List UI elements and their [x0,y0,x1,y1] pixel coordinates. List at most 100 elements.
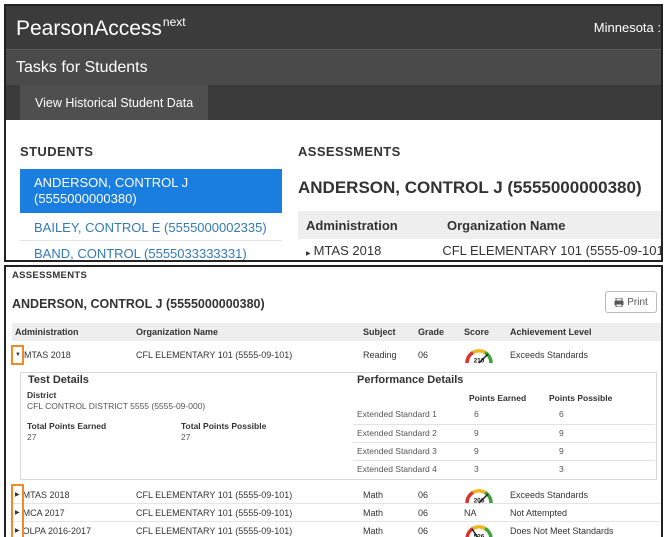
col-administration[interactable]: Administration [15,323,79,341]
administration-text: MTAS 2018 [23,350,71,360]
score-value: 526 [474,534,485,537]
administration-text: MTAS 2018 [313,243,382,258]
test-details-title: Test Details [28,374,89,386]
cell-grade: 06 [418,525,429,536]
cell-subject: Math [363,507,384,518]
student-item[interactable]: BAND, CONTROL (5555033333331) [20,241,282,260]
points-possible-header: Points Possible [549,393,613,403]
points-earned: 3 [474,464,479,474]
cell-grade: 06 [418,350,429,360]
total-points-possible-label: Total Points Possible [181,421,267,431]
cell-grade: 06 [418,507,429,518]
points-possible: 9 [559,446,564,456]
print-label: Print [627,296,648,308]
administration-text: MCA 2017 [22,507,65,518]
student-id: (5555000000380) [34,191,137,206]
zoomed-student-panel: PearsonAccessnext Minnesota : Tasks for … [4,4,663,262]
points-earned: 9 [474,428,479,438]
performance-row: Extended Standard 2 9 9 [353,424,655,441]
caret-right-icon[interactable]: ▶ [306,251,311,257]
student-name-heading: ANDERSON, CONTROL J (5555000000380) [12,297,265,311]
score-gauge-icon: 206 [465,489,493,504]
assessments-panel: ASSESSMENTS ANDERSON, CONTROL J (5555000… [4,265,663,537]
table-row[interactable]: ▼ MTAS 2018 CFL ELEMENTARY 101 (5555-09-1… [12,346,661,365]
cell-achievement: Exceeds Standards [510,350,589,360]
score-gauge-icon: 526 [465,525,493,537]
performance-row: Extended Standard 3 9 9 [353,442,655,459]
student-item-selected[interactable]: ANDERSON, CONTROL J (5555000000380) [20,169,282,213]
cell-organization: CFL ELEMENTARY 101 (5555-09-101) [136,507,293,518]
tab-view-historical-student-data[interactable]: View Historical Student Data [20,85,209,120]
standard-name: Extended Standard 3 [357,446,437,456]
total-points-earned-value: 27 [27,432,37,442]
performance-row: Extended Standard 4 3 3 [353,460,655,477]
cell-grade: 06 [418,489,429,500]
administration-text: OLPA 2016-2017 [22,525,92,536]
caret-highlight [11,345,24,365]
table-row[interactable]: ▶ MTAS 2018 CFL ELEMENTARY 101 (5555-09-1… [12,486,661,504]
cell-achievement: Not Attempted [510,507,568,518]
cell-organization: CFL ELEMENTARY 101 (5555-09-101) [136,350,293,360]
points-earned: 9 [474,446,479,456]
cell-subject: Reading [363,350,397,360]
performance-details-title: Performance Details [357,374,464,386]
cell-achievement: Exceeds Standards [510,489,589,500]
cell-administration: ▶ OLPA 2016-2017 [15,522,91,537]
standard-name: Extended Standard 1 [357,409,437,419]
students-heading: STUDENTS [20,144,94,159]
table-header: Administration Organization Name [298,211,661,239]
points-earned-header: Points Earned [469,393,527,403]
table-row[interactable]: ▶ MCA 2017 CFL ELEMENTARY 101 (5555-09-10… [12,504,661,522]
organization-label[interactable]: Minnesota : [594,20,661,35]
standard-name: Extended Standard 4 [357,464,437,474]
student-item[interactable]: BAILEY, CONTROL E (5555000002335) [20,217,282,241]
table-row[interactable]: ▶ OLPA 2016-2017 CFL ELEMENTARY 101 (5555… [12,522,661,537]
caret-highlight [11,484,24,537]
assessment-table-header: Administration Organization Name Subject… [12,323,661,341]
cell-subject: Math [363,525,384,536]
district-label: District [27,390,57,400]
col-organization[interactable]: Organization Name [443,218,661,233]
cell-subject: Math [363,489,384,500]
total-points-earned-label: Total Points Earned [27,421,107,431]
assessments-heading: ASSESSMENTS [298,144,401,159]
cell-organization: CFL ELEMENTARY 101 (5555-09-101) [136,525,293,536]
district-value: CFL CONTROL DISTRICT 5555 (5555-09-000) [27,401,206,411]
cell-score: NA [464,507,477,518]
task-title: Tasks for Students [6,49,661,85]
points-possible: 3 [559,464,564,474]
total-points-possible-value: 27 [181,432,191,442]
brand-name: PearsonAccess [16,16,162,40]
assessment-table-preview: Administration Organization Name ▶ MTAS 2… [298,211,663,260]
performance-row: Extended Standard 1 6 6 [353,406,655,423]
tab-bar: View Historical Student Data [6,85,661,120]
standard-name: Extended Standard 2 [357,428,437,438]
printer-icon [614,297,624,307]
cell-organization: CFL ELEMENTARY 101 (5555-09-101) [442,243,663,258]
col-organization[interactable]: Organization Name [136,323,218,341]
cell-achievement: Does Not Meet Standards [510,525,614,536]
points-possible: 9 [559,428,564,438]
col-grade[interactable]: Grade [418,323,444,341]
col-administration[interactable]: Administration [298,218,443,233]
selected-student-name: ANDERSON, CONTROL J (5555000000380) [298,178,642,197]
student-name: ANDERSON, CONTROL J [34,175,189,190]
test-details-panel: Test Details District CFL CONTROL DISTRI… [20,372,657,480]
administration-text: MTAS 2018 [22,489,70,500]
student-list: ANDERSON, CONTROL J (5555000000380) BAIL… [20,169,282,260]
brand-sup: next [162,14,186,29]
cell-organization: CFL ELEMENTARY 101 (5555-09-101) [136,489,293,500]
brand-bar: PearsonAccessnext Minnesota : [6,6,661,49]
col-score[interactable]: Score [464,323,489,341]
assessments-title: ASSESSMENTS [12,270,88,281]
score-gauge-icon: 210 [465,349,493,365]
cell-administration: ▶ MTAS 2018 [298,243,438,258]
points-possible: 6 [559,409,564,419]
col-achievement[interactable]: Achievement Level [510,323,592,341]
brand-logo[interactable]: PearsonAccessnext [16,15,186,41]
col-subject[interactable]: Subject [363,323,396,341]
table-row[interactable]: ▶ MTAS 2018 CFL ELEMENTARY 101 (5555-09-1… [298,239,663,260]
score-value: 210 [474,358,485,365]
print-button[interactable]: Print [605,291,657,313]
points-earned: 6 [474,409,479,419]
